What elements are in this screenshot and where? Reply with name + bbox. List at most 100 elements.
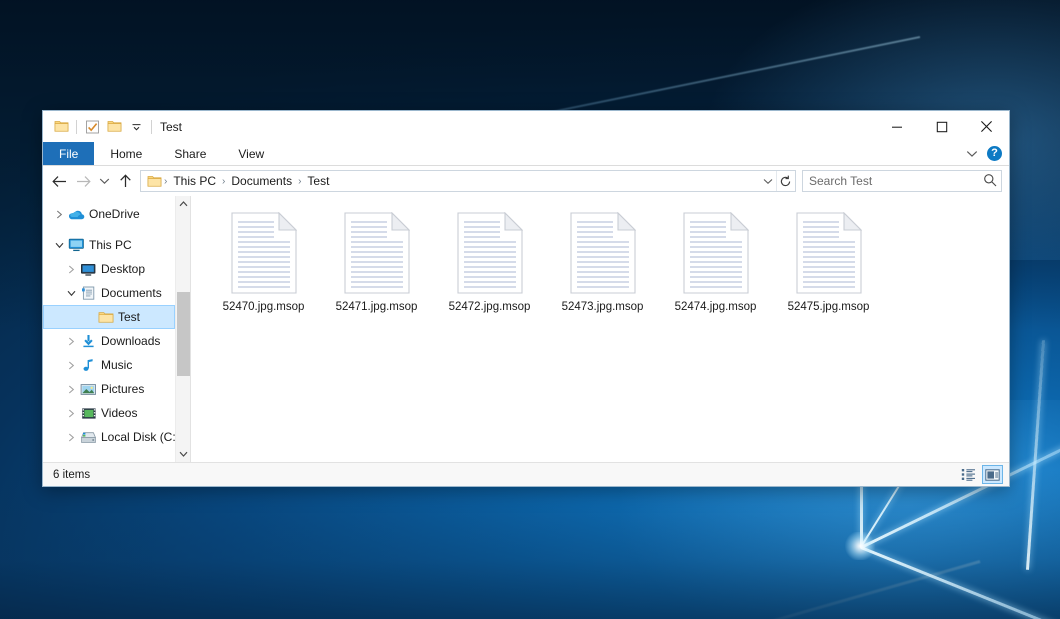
status-bar: 6 items xyxy=(43,462,1009,486)
file-icon-wrap xyxy=(231,212,297,298)
tab-file[interactable]: File xyxy=(43,142,94,165)
this-pc-monitor-icon xyxy=(67,238,86,252)
chevron-right-icon[interactable] xyxy=(63,385,79,394)
properties-checkbox-icon[interactable] xyxy=(81,116,103,138)
scroll-down-arrow-icon[interactable] xyxy=(176,446,191,462)
navigation-pane: OneDrive xyxy=(43,196,191,462)
view-toggle-group xyxy=(958,465,1003,484)
previous-locations-chevron-icon[interactable] xyxy=(759,171,776,191)
help-icon[interactable]: ? xyxy=(987,146,1002,161)
sidebar-item-onedrive[interactable]: OneDrive xyxy=(43,202,175,226)
chevron-right-icon[interactable] xyxy=(63,361,79,370)
file-item[interactable]: 52475.jpg.msop xyxy=(772,210,885,322)
sidebar-item-this-pc[interactable]: This PC xyxy=(43,233,175,257)
search-box[interactable] xyxy=(802,170,1002,192)
back-button[interactable] xyxy=(47,169,71,193)
desktop-icon xyxy=(79,263,98,276)
hard-drive-icon xyxy=(79,431,98,444)
sidebar-item-label: Downloads xyxy=(98,334,160,348)
sidebar-item-documents[interactable]: Documents xyxy=(43,281,175,305)
sidebar-item-label: Test xyxy=(115,310,140,324)
window-controls xyxy=(874,111,1009,142)
recent-locations-button[interactable] xyxy=(95,169,113,193)
sidebar-item-downloads[interactable]: Downloads xyxy=(43,329,175,353)
ribbon-tab-strip: File Home Share View ? xyxy=(43,142,1009,166)
explorer-body: OneDrive xyxy=(43,196,1009,462)
sidebar-item-videos[interactable]: Videos xyxy=(43,401,175,425)
ribbon-filler xyxy=(280,142,966,165)
sidebar-item-label: OneDrive xyxy=(86,207,140,221)
navigation-scrollbar[interactable] xyxy=(175,196,190,462)
file-item[interactable]: 52471.jpg.msop xyxy=(320,210,433,322)
folder-icon xyxy=(96,311,115,324)
file-item[interactable]: 52474.jpg.msop xyxy=(659,210,772,322)
item-count-label: 6 items xyxy=(53,469,90,481)
up-button[interactable] xyxy=(113,169,137,193)
file-icon-wrap xyxy=(683,212,749,298)
breadcrumb-item-this-pc[interactable]: This PC xyxy=(169,174,220,188)
chevron-down-icon[interactable] xyxy=(51,242,67,249)
downloads-arrow-icon xyxy=(79,334,98,348)
sidebar-item-label: Local Disk (C:) xyxy=(98,430,175,444)
breadcrumb-separator: › xyxy=(296,176,303,187)
breadcrumb-list: › This PC › Documents › Test xyxy=(145,174,759,188)
sidebar-item-label: Pictures xyxy=(98,382,144,396)
sidebar-item-label: Desktop xyxy=(98,262,145,276)
windows-logo-beam-core xyxy=(845,532,875,560)
chevron-down-icon[interactable] xyxy=(63,290,79,297)
minimize-button[interactable] xyxy=(874,111,919,142)
chevron-right-icon[interactable] xyxy=(63,265,79,274)
chevron-down-icon[interactable] xyxy=(966,147,978,161)
file-explorer-window: Test File Home Share View xyxy=(42,110,1010,487)
file-item[interactable]: 52473.jpg.msop xyxy=(546,210,659,322)
chevron-right-icon[interactable] xyxy=(63,337,79,346)
file-name-label: 52473.jpg.msop xyxy=(562,301,644,313)
chevron-right-icon[interactable] xyxy=(63,433,79,442)
folder-icon xyxy=(145,175,162,188)
file-icon-wrap xyxy=(344,212,410,298)
sidebar-item-pictures[interactable]: Pictures xyxy=(43,377,175,401)
generic-document-icon xyxy=(683,212,749,294)
folder-icon[interactable] xyxy=(50,116,72,138)
forward-button[interactable] xyxy=(71,169,95,193)
sidebar-item-test[interactable]: Test xyxy=(43,305,175,329)
scroll-up-arrow-icon[interactable] xyxy=(176,196,191,212)
tab-view[interactable]: View xyxy=(222,142,280,165)
tab-share[interactable]: Share xyxy=(158,142,222,165)
sidebar-item-label: This PC xyxy=(86,238,132,252)
title-bar: Test xyxy=(43,111,1009,142)
large-icons-view-button[interactable] xyxy=(982,465,1003,484)
file-name-label: 52470.jpg.msop xyxy=(223,301,305,313)
chevron-right-icon[interactable] xyxy=(51,210,67,219)
close-button[interactable] xyxy=(964,111,1009,142)
file-item[interactable]: 52470.jpg.msop xyxy=(207,210,320,322)
scrollbar-thumb[interactable] xyxy=(177,292,190,376)
search-input[interactable] xyxy=(809,174,983,188)
scrollbar-track[interactable] xyxy=(176,212,191,446)
breadcrumb-item-documents[interactable]: Documents xyxy=(227,174,296,188)
tab-home[interactable]: Home xyxy=(94,142,158,165)
customize-chevron-icon[interactable] xyxy=(125,116,147,138)
sidebar-item-local-disk-c[interactable]: Local Disk (C:) xyxy=(43,425,175,449)
desktop: Test File Home Share View xyxy=(0,0,1060,619)
breadcrumb[interactable]: › This PC › Documents › Test xyxy=(140,170,796,192)
maximize-button[interactable] xyxy=(919,111,964,142)
sidebar-item-music[interactable]: Music xyxy=(43,353,175,377)
details-view-button[interactable] xyxy=(958,465,979,484)
file-item[interactable]: 52472.jpg.msop xyxy=(433,210,546,322)
file-name-label: 52474.jpg.msop xyxy=(675,301,757,313)
file-list-pane[interactable]: 52470.jpg.msop xyxy=(191,196,1009,462)
generic-document-icon xyxy=(231,212,297,294)
toolbar-separator xyxy=(76,120,77,134)
chevron-right-icon[interactable] xyxy=(63,409,79,418)
generic-document-icon xyxy=(344,212,410,294)
onedrive-cloud-icon xyxy=(67,208,86,221)
search-icon[interactable] xyxy=(983,173,997,190)
sidebar-item-label: Music xyxy=(98,358,132,372)
new-folder-icon[interactable] xyxy=(103,116,125,138)
file-name-label: 52472.jpg.msop xyxy=(449,301,531,313)
refresh-icon[interactable] xyxy=(776,171,793,191)
breadcrumb-item-test[interactable]: Test xyxy=(303,174,333,188)
music-note-icon xyxy=(79,358,98,372)
sidebar-item-desktop[interactable]: Desktop xyxy=(43,257,175,281)
